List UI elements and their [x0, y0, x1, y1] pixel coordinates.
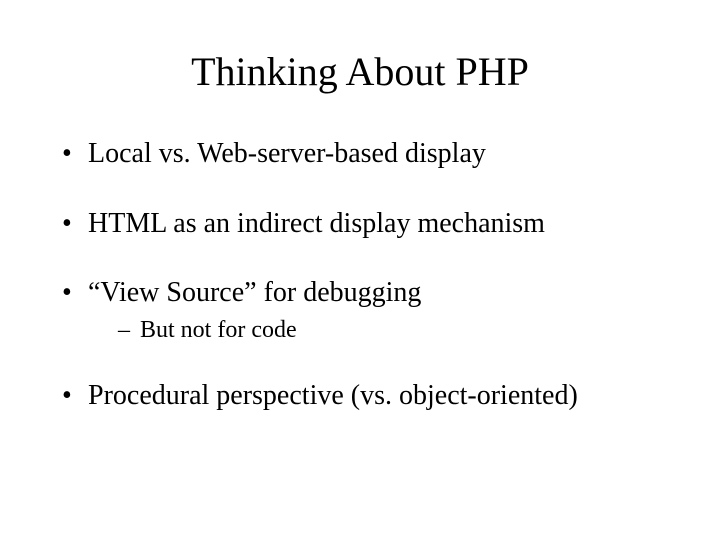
sub-bullet-list: But not for code [62, 316, 670, 345]
bullet-list: Local vs. Web-server-based display HTML … [50, 137, 670, 412]
bullet-item: Local vs. Web-server-based display [62, 137, 670, 171]
sub-bullet-item: But not for code [118, 316, 670, 345]
bullet-item: HTML as an indirect display mechanism [62, 207, 670, 241]
bullet-item: “View Source” for debugging [62, 276, 670, 310]
bullet-item: Procedural perspective (vs. object-orien… [62, 379, 670, 413]
slide-title: Thinking About PHP [50, 48, 670, 95]
